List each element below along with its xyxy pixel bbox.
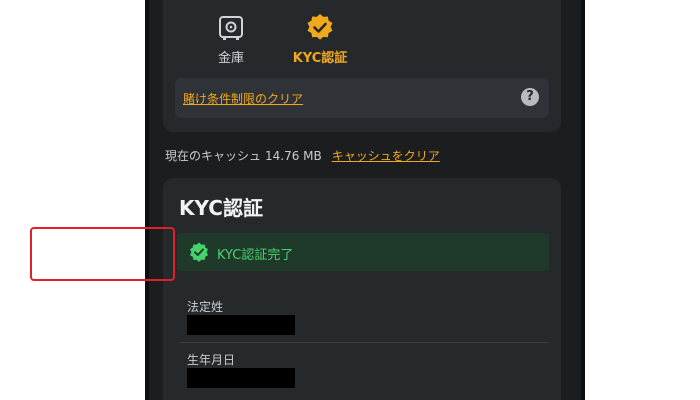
safe-icon: [217, 14, 245, 42]
wager-clear-row: 賭け条件制限のクリア ?: [175, 78, 549, 118]
verified-badge-icon: [306, 13, 334, 42]
birthdate-label: 生年月日: [187, 353, 236, 367]
cache-label: 現在のキャッシュ: [165, 149, 262, 163]
surname-redacted-value: [187, 315, 295, 335]
kyc-title: KYC認証: [179, 196, 263, 220]
phone-bezel-left: [145, 0, 149, 400]
tab-safe[interactable]: 金庫: [211, 14, 251, 66]
account-menu-card: 金庫 KYC認証 賭け条件制限のクリア ?: [163, 0, 561, 132]
tab-kyc-label: KYC認証: [292, 51, 348, 66]
clear-cache-link[interactable]: キャッシュをクリア: [332, 149, 440, 163]
phone-bezel-right: [581, 0, 585, 400]
app-screen: 金庫 KYC認証 賭け条件制限のクリア ? 現在のキャッシュ 14.76 MB キャ…: [145, 0, 585, 400]
help-icon[interactable]: ?: [521, 88, 539, 106]
kyc-status-banner: KYC認証完了: [177, 233, 549, 271]
tab-kyc[interactable]: KYC認証: [288, 13, 352, 66]
kyc-card: KYC認証 KYC認証完了 法定姓 生年月日: [163, 178, 561, 400]
highlight-annotation-box: [30, 227, 175, 281]
field-divider: [179, 342, 549, 343]
wager-clear-link[interactable]: 賭け条件制限のクリア: [183, 90, 303, 107]
tab-safe-label: 金庫: [217, 51, 244, 66]
surname-label: 法定姓: [187, 300, 224, 314]
birthdate-redacted-value: [187, 368, 295, 388]
kyc-status-text: KYC認証完了: [217, 248, 294, 263]
cache-size: 14.76 MB: [265, 149, 322, 163]
check-badge-icon: [189, 242, 209, 262]
cache-row: 現在のキャッシュ 14.76 MB キャッシュをクリア: [165, 147, 440, 164]
